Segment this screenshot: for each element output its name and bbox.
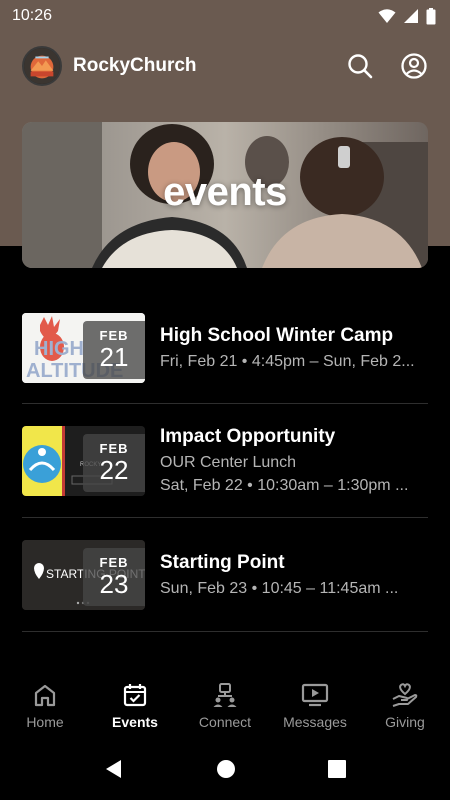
hero-title: events xyxy=(163,170,287,214)
nav-label: Messages xyxy=(283,714,347,730)
wifi-icon xyxy=(378,9,396,23)
events-hero-banner: events xyxy=(22,122,428,268)
battery-icon xyxy=(426,7,436,24)
event-info: Impact Opportunity OUR Center Lunch Sat,… xyxy=(160,426,428,495)
church-logo[interactable] xyxy=(22,46,62,86)
event-list: HIGH ALTITUDE FEB 21 High School Winter … xyxy=(22,292,428,632)
date-badge: FEB 23 xyxy=(83,547,145,606)
date-month: FEB xyxy=(99,328,129,343)
date-badge: FEB 21 xyxy=(83,320,145,379)
status-time: 10:26 xyxy=(12,7,53,24)
event-location: OUR Center Lunch xyxy=(160,454,297,471)
date-day: 23 xyxy=(99,569,129,599)
recents-square-icon xyxy=(328,759,346,778)
nav-label: Events xyxy=(112,714,158,730)
account-circle-icon xyxy=(401,53,427,79)
date-day: 21 xyxy=(99,342,129,372)
event-datetime: Sun, Feb 23 • 10:45 – 11:45am ... xyxy=(160,579,399,597)
system-navigation-bar xyxy=(0,742,450,800)
heart-hand-icon xyxy=(392,683,418,707)
bottom-navigation: Home Events Connect Messages Giving xyxy=(0,672,450,742)
event-thumbnail: HIGH ALTITUDE FEB 21 xyxy=(22,312,145,383)
search-icon xyxy=(348,54,373,79)
logo-icon xyxy=(24,48,60,84)
back-triangle-icon xyxy=(106,759,121,778)
event-title: High School Winter Camp xyxy=(160,324,394,346)
status-bar: 10:26 xyxy=(0,0,450,32)
date-day: 22 xyxy=(99,455,129,485)
event-info: Starting Point Sun, Feb 23 • 10:45 – 11:… xyxy=(160,552,428,598)
home-system-button[interactable] xyxy=(216,759,236,784)
nav-item-giving[interactable]: Giving xyxy=(360,672,450,742)
signal-icon xyxy=(404,9,418,23)
connect-icon xyxy=(213,683,237,707)
play-screen-icon xyxy=(301,683,329,707)
event-thumbnail: ROCKY FEB 22 xyxy=(22,425,145,496)
event-item[interactable]: ROCKY FEB 22 Impact Opportunity OUR Cent… xyxy=(22,404,428,518)
nav-item-events[interactable]: Events xyxy=(90,672,180,742)
nav-label: Giving xyxy=(385,714,425,730)
home-icon xyxy=(34,684,56,707)
event-item[interactable]: HIGH ALTITUDE FEB 21 High School Winter … xyxy=(22,292,428,404)
event-info: High School Winter Camp Fri, Feb 21 • 4:… xyxy=(160,325,428,371)
app-title: RockyChurch xyxy=(73,55,197,76)
event-thumbnail: STARTING POINT FEB 23 xyxy=(22,539,145,610)
nav-item-home[interactable]: Home xyxy=(0,672,90,742)
event-title: Starting Point xyxy=(160,551,285,573)
nav-label: Home xyxy=(26,714,64,730)
svg-text:HIGH: HIGH xyxy=(34,338,84,360)
app-bar: RockyChurch xyxy=(0,38,450,94)
date-badge: FEB 22 xyxy=(83,433,145,492)
nav-item-messages[interactable]: Messages xyxy=(270,672,360,742)
event-title: Impact Opportunity xyxy=(160,426,336,447)
date-month: FEB xyxy=(99,555,129,570)
event-datetime: Fri, Feb 21 • 4:45pm – Sun, Feb 2... xyxy=(160,352,415,370)
profile-button[interactable] xyxy=(400,52,428,80)
nav-item-connect[interactable]: Connect xyxy=(180,672,270,742)
nav-label: Connect xyxy=(198,714,252,730)
search-button[interactable] xyxy=(346,52,374,80)
recents-button[interactable] xyxy=(328,759,346,783)
calendar-check-icon xyxy=(123,684,147,707)
event-datetime: Sat, Feb 22 • 10:30am – 1:30pm ... xyxy=(160,477,409,494)
home-circle-icon xyxy=(217,759,235,778)
event-item[interactable]: STARTING POINT FEB 23 Starting Point Sun… xyxy=(22,518,428,632)
date-month: FEB xyxy=(99,441,129,456)
status-icons xyxy=(378,7,436,25)
back-button[interactable] xyxy=(104,759,124,784)
